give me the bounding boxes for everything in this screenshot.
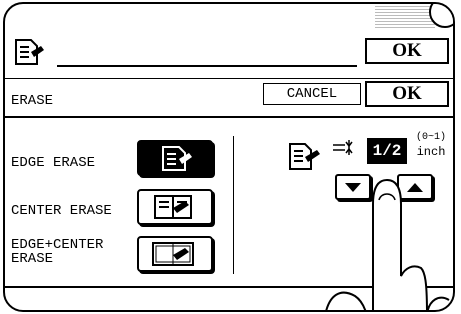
- center-erase-button[interactable]: [137, 189, 213, 225]
- corner-hatch: [375, 4, 435, 28]
- header-divider: [5, 78, 453, 79]
- erase-bar-divider: [5, 116, 453, 118]
- copier-panel: OK ERASE CANCEL OK EDGE ERASE CENTER ERA…: [3, 2, 455, 312]
- erase-ok-button[interactable]: OK: [365, 81, 449, 107]
- edge-center-erase-icon: [152, 242, 194, 266]
- header-ok-button[interactable]: OK: [365, 38, 449, 64]
- center-erase-icon: [154, 195, 192, 219]
- erase-width-value: 1/2: [367, 138, 407, 164]
- edge-erase-icon: [162, 146, 192, 171]
- cancel-button[interactable]: CANCEL: [263, 83, 361, 105]
- title-underline: [57, 65, 357, 67]
- edge-erase-button[interactable]: [137, 140, 213, 176]
- mode-label-edge: EDGE ERASE: [11, 155, 96, 171]
- document-icon: [13, 38, 45, 71]
- erase-width-range: (0~1): [415, 132, 446, 143]
- erase-title: ERASE: [11, 93, 54, 109]
- erase-width-unit: inch: [416, 145, 446, 159]
- section-divider: [233, 136, 234, 274]
- pointing-hand-illustration: [325, 178, 450, 310]
- erase-width-icon: [331, 138, 361, 163]
- mode-label-edge-center: EDGE+CENTER ERASE: [11, 237, 104, 267]
- edge-center-erase-button[interactable]: [137, 236, 213, 272]
- mode-label-center: CENTER ERASE: [11, 203, 112, 219]
